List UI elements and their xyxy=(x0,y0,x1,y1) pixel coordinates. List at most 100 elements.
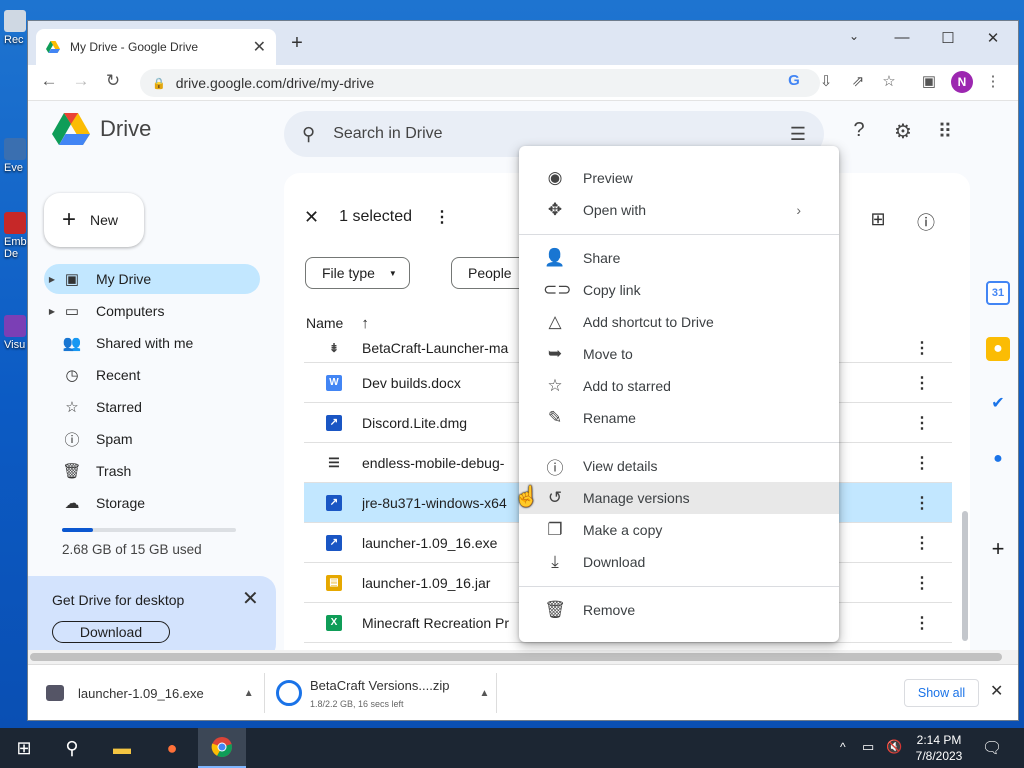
new-button[interactable]: + New xyxy=(44,193,144,247)
reload-icon[interactable]: ↻ xyxy=(102,71,124,91)
chrome-menu-icon[interactable]: ⋮ xyxy=(983,72,1003,90)
horizontal-scrollbar[interactable] xyxy=(28,650,1018,664)
desktop-icon-emb[interactable]: Emb De xyxy=(4,212,30,260)
sidebar-item-starred[interactable]: ☆ Starred xyxy=(44,392,260,422)
row-more-icon[interactable]: ⋮ xyxy=(914,453,930,473)
menu-item-preview[interactable]: ◉ Preview xyxy=(519,162,839,194)
menu-item-manage-versions[interactable]: ↺ Manage versions xyxy=(519,482,839,514)
row-more-icon[interactable]: ⋮ xyxy=(914,373,930,393)
desktop-icon-eve[interactable]: Eve xyxy=(4,138,30,174)
volume-muted-icon[interactable]: 🔇 xyxy=(886,739,902,755)
menu-item-move-to[interactable]: ➥ Move to xyxy=(519,338,839,370)
taskbar: ⊞ ⚲ ▬ ● ^ ▭ 🔇 2:14 PM 7/8/2023 🗨 xyxy=(0,728,1024,768)
back-icon[interactable]: ← xyxy=(38,71,60,91)
share-page-icon[interactable]: ⇗ xyxy=(848,72,868,90)
taskbar-clock[interactable]: 2:14 PM 7/8/2023 xyxy=(906,732,972,764)
menu-item-download[interactable]: ⤓ Download xyxy=(519,546,839,578)
apps-grid-icon[interactable]: ⠿ xyxy=(932,119,958,144)
search-options-icon[interactable]: ☰ xyxy=(790,124,806,145)
menu-item-add-to-starred[interactable]: ☆ Add to starred xyxy=(519,370,839,402)
sidebar-item-recent[interactable]: ◷ Recent xyxy=(44,360,260,390)
network-icon[interactable]: ▭ xyxy=(862,739,874,755)
notifications-icon[interactable]: 🗨 xyxy=(982,738,1002,758)
expand-caret-icon[interactable]: ▶ xyxy=(44,275,60,284)
forward-icon[interactable]: → xyxy=(70,71,92,91)
sort-arrow-up-icon[interactable]: ↑ xyxy=(361,315,369,332)
google-lens-icon[interactable]: G xyxy=(784,72,804,89)
file-explorer-icon[interactable]: ▬ xyxy=(98,728,146,768)
tray-overflow-chevron-icon[interactable]: ^ xyxy=(840,740,846,754)
address-bar[interactable]: 🔒 drive.google.com/drive/my-drive xyxy=(140,69,820,97)
promo-close-icon[interactable]: ✕ xyxy=(242,586,259,611)
firefox-icon[interactable]: ● xyxy=(148,728,196,768)
move-to-icon: ➥ xyxy=(547,344,563,363)
tasks-icon[interactable]: ✔ xyxy=(986,391,1010,415)
filter-file-type[interactable]: File type ▼ xyxy=(305,257,410,289)
close-tab-icon[interactable]: ✕ xyxy=(253,37,266,57)
sidebar-item-trash[interactable]: 🗑 Trash xyxy=(44,456,260,486)
people-icon: 👥 xyxy=(62,335,82,352)
sidebar-item-storage[interactable]: ☁ Storage xyxy=(44,488,260,518)
new-tab-icon[interactable]: + xyxy=(286,32,308,55)
taskbar-search-icon[interactable]: ⚲ xyxy=(48,728,96,768)
clear-selection-icon[interactable]: ✕ xyxy=(304,207,319,228)
menu-item-open-with[interactable]: ✥ Open with › xyxy=(519,194,839,226)
word-file-icon: W xyxy=(326,374,342,391)
menu-item-copy-link[interactable]: ⊂⊃ Copy link xyxy=(519,274,839,306)
menu-item-add-shortcut[interactable]: △ Add shortcut to Drive xyxy=(519,306,839,338)
show-all-downloads-button[interactable]: Show all xyxy=(904,679,979,707)
row-more-icon[interactable]: ⋮ xyxy=(914,493,930,513)
row-more-icon[interactable]: ⋮ xyxy=(914,573,930,593)
download-options-chevron-icon[interactable]: ▲ xyxy=(479,688,489,699)
more-actions-icon[interactable]: ⋮ xyxy=(434,207,450,227)
download-options-chevron-icon[interactable]: ▲ xyxy=(244,688,254,699)
details-info-icon[interactable]: ⓘ xyxy=(914,209,938,235)
tab-my-drive[interactable]: My Drive - Google Drive ✕ xyxy=(36,29,276,65)
menu-item-share[interactable]: 👤 Share xyxy=(519,242,839,274)
drive-logo[interactable]: Drive xyxy=(52,113,151,145)
settings-gear-icon[interactable]: ⚙ xyxy=(890,119,916,144)
calendar-icon[interactable]: 31 xyxy=(986,281,1010,305)
chrome-taskbar-icon[interactable] xyxy=(198,728,246,768)
menu-item-rename[interactable]: ✎ Rename xyxy=(519,402,839,434)
minimize-icon[interactable]: — xyxy=(892,29,912,46)
row-more-icon[interactable]: ⋮ xyxy=(914,533,930,553)
profile-avatar[interactable]: N xyxy=(951,71,973,93)
row-more-icon[interactable]: ⋮ xyxy=(914,338,930,358)
maximize-icon[interactable]: ☐ xyxy=(938,29,958,47)
windows-start-icon[interactable]: ⊞ xyxy=(0,728,48,768)
help-icon[interactable]: ? xyxy=(846,119,872,142)
trash-icon: 🗑 xyxy=(62,463,82,480)
file-list-scrollbar[interactable] xyxy=(962,511,968,641)
close-download-shelf-icon[interactable]: ✕ xyxy=(990,681,1003,701)
grid-view-icon[interactable]: ⊞ xyxy=(866,209,890,230)
menu-item-view-details[interactable]: ⓘ View details xyxy=(519,450,839,482)
sidebar-item-spam[interactable]: ⓘ Spam xyxy=(44,424,260,454)
pencil-icon: ✎ xyxy=(547,408,563,427)
menu-item-make-a-copy[interactable]: ❐ Make a copy xyxy=(519,514,839,546)
keep-icon[interactable]: ● xyxy=(986,337,1010,361)
sidebar-item-my-drive[interactable]: ▶ ▣ My Drive xyxy=(44,264,260,294)
desktop-icon-recycle-bin[interactable]: Rec xyxy=(4,10,30,46)
side-panel-icon[interactable]: ▣ xyxy=(919,72,939,90)
expand-caret-icon[interactable]: ▶ xyxy=(44,307,60,316)
column-header-name[interactable]: Name ↑ xyxy=(306,315,369,332)
download-item[interactable]: launcher-1.09_16.exe ▲ xyxy=(46,665,254,721)
lock-icon: 🔒 xyxy=(152,77,166,90)
download-item-in-progress[interactable]: BetaCraft Versions....zip 1.8/2.2 GB, 16… xyxy=(276,665,489,721)
install-app-icon[interactable]: ⇩ xyxy=(816,72,836,90)
row-more-icon[interactable]: ⋮ xyxy=(914,613,930,633)
menu-item-remove[interactable]: 🗑 Remove xyxy=(519,594,839,626)
sidebar-item-computers[interactable]: ▶ ▭ Computers xyxy=(44,296,260,326)
binary-file-icon: ↗ xyxy=(326,494,342,511)
promo-download-button[interactable]: Download xyxy=(52,621,170,643)
row-more-icon[interactable]: ⋮ xyxy=(914,413,930,433)
contacts-icon[interactable]: ● xyxy=(986,447,1010,471)
bookmark-star-icon[interactable]: ☆ xyxy=(879,72,899,90)
desktop-icon-visual[interactable]: Visu xyxy=(4,315,30,351)
sidebar-item-shared-with-me[interactable]: 👥 Shared with me xyxy=(44,328,260,358)
window-close-icon[interactable]: ✕ xyxy=(983,29,1003,47)
tab-search-chevron-icon[interactable]: ⌄ xyxy=(844,29,864,43)
star-icon: ☆ xyxy=(547,376,563,395)
add-addon-icon[interactable]: + xyxy=(986,536,1010,561)
